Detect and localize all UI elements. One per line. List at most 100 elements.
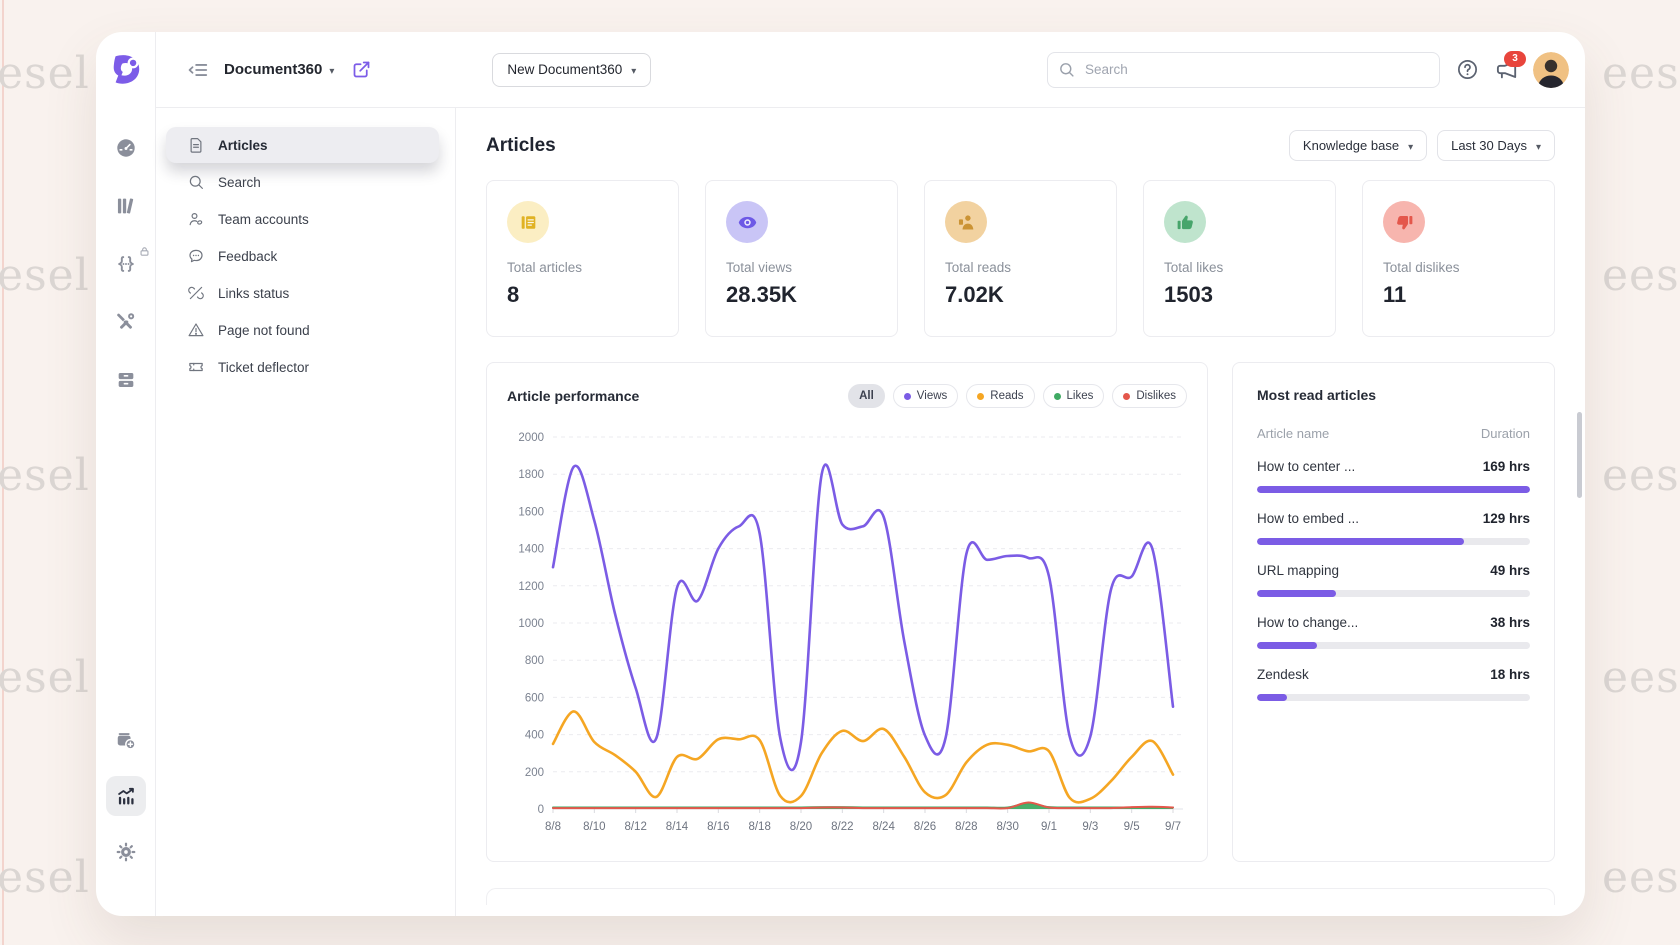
legend-pill-dislikes[interactable]: Dislikes bbox=[1112, 384, 1187, 408]
article-row[interactable]: Zendesk18 hrs bbox=[1257, 667, 1530, 701]
duration-bar-fill bbox=[1257, 486, 1530, 493]
stat-card-total-views: Total views28.35K bbox=[705, 180, 898, 337]
rail-item-settings-gear[interactable] bbox=[106, 832, 146, 872]
document360-logo-icon bbox=[109, 53, 143, 87]
workspace-switcher[interactable]: Document360 bbox=[224, 61, 334, 79]
rail-item-widget-add[interactable] bbox=[106, 720, 146, 760]
x-axis-tick: 8/28 bbox=[955, 821, 977, 833]
performance-line-chart: 02004006008001000120014001600180020008/8… bbox=[507, 417, 1189, 845]
sidebar-item-articles[interactable]: Articles bbox=[166, 127, 439, 163]
y-axis-tick: 1200 bbox=[518, 581, 544, 593]
watermark-text: eesel bbox=[1602, 852, 1680, 903]
x-axis-tick: 8/30 bbox=[996, 821, 1018, 833]
series-line-views bbox=[553, 465, 1173, 770]
y-axis-tick: 200 bbox=[525, 767, 544, 779]
y-axis-tick: 1400 bbox=[518, 544, 544, 556]
stat-card-total-reads: Total reads7.02K bbox=[924, 180, 1117, 337]
duration-bar-fill bbox=[1257, 590, 1336, 597]
stat-card-total-articles: Total articles8 bbox=[486, 180, 679, 337]
legend-label: All bbox=[859, 390, 874, 402]
global-search[interactable] bbox=[1047, 52, 1440, 88]
watermark-text: eesel bbox=[0, 48, 90, 99]
x-axis-tick: 9/1 bbox=[1041, 821, 1057, 833]
sidebar-item-links-status[interactable]: Links status bbox=[166, 275, 439, 311]
sidebar-item-team-accounts[interactable]: Team accounts bbox=[166, 201, 439, 237]
legend-pill-reads[interactable]: Reads bbox=[966, 384, 1034, 408]
legend-pill-views[interactable]: Views bbox=[893, 384, 958, 408]
document360-logo[interactable] bbox=[96, 32, 156, 108]
stat-label: Total reads bbox=[945, 260, 1096, 275]
rail-item-library[interactable] bbox=[106, 186, 146, 226]
stat-label: Total articles bbox=[507, 260, 658, 275]
stats-row: Total articles8Total views28.35KTotal re… bbox=[486, 180, 1555, 337]
article-icon bbox=[187, 136, 205, 154]
legend-pill-all[interactable]: All bbox=[848, 384, 885, 408]
x-axis-tick: 8/12 bbox=[624, 821, 646, 833]
rail-item-tools[interactable] bbox=[106, 302, 146, 342]
search-icon bbox=[187, 173, 205, 191]
team-accounts-icon bbox=[187, 210, 205, 228]
chevron-down-icon bbox=[329, 61, 334, 79]
rail-item-analytics[interactable] bbox=[106, 776, 146, 816]
article-duration: 169 hrs bbox=[1483, 459, 1530, 474]
legend-dot bbox=[1054, 393, 1061, 400]
sidebar-item-search[interactable]: Search bbox=[166, 164, 439, 200]
stat-value: 11 bbox=[1383, 282, 1534, 308]
open-site-button[interactable] bbox=[350, 59, 372, 81]
stat-label: Total views bbox=[726, 260, 877, 275]
user-avatar[interactable] bbox=[1533, 52, 1569, 88]
next-section-card-top bbox=[486, 888, 1555, 905]
sidebar-item-page-not-found[interactable]: Page not found bbox=[166, 312, 439, 348]
most-read-rows: How to center ...169 hrs How to embed ...… bbox=[1257, 459, 1530, 701]
notification-badge: 3 bbox=[1504, 51, 1526, 67]
new-document360-button[interactable]: New Document360 bbox=[492, 53, 651, 87]
legend-dot bbox=[1123, 393, 1130, 400]
watermark-text: eesel bbox=[0, 250, 90, 301]
article-row[interactable]: URL mapping49 hrs bbox=[1257, 563, 1530, 597]
watermark-text: eesel bbox=[0, 852, 90, 903]
stat-value: 1503 bbox=[1164, 282, 1315, 308]
legend-label: Dislikes bbox=[1136, 390, 1176, 402]
sidebar-item-feedback[interactable]: Feedback bbox=[166, 238, 439, 274]
chevron-down-icon bbox=[631, 62, 636, 77]
reads-stat-icon bbox=[945, 201, 987, 243]
sidebar-item-label: Team accounts bbox=[218, 212, 309, 227]
x-axis-tick: 8/14 bbox=[666, 821, 689, 833]
article-row[interactable]: How to embed ...129 hrs bbox=[1257, 511, 1530, 545]
sidebar-item-label: Articles bbox=[218, 138, 268, 153]
help-button[interactable] bbox=[1456, 58, 1479, 81]
duration-bar-track bbox=[1257, 538, 1530, 545]
rail-item-drawer[interactable] bbox=[106, 360, 146, 400]
workspace-name: Document360 bbox=[224, 61, 322, 78]
column-duration: Duration bbox=[1481, 426, 1530, 441]
notifications-button[interactable]: 3 bbox=[1493, 57, 1519, 83]
watermark-text: eesel bbox=[1602, 652, 1680, 703]
main-content: Articles Knowledge base Last 30 Days Tot… bbox=[456, 108, 1585, 916]
search-icon bbox=[1058, 61, 1075, 78]
article-duration: 38 hrs bbox=[1490, 615, 1530, 630]
x-axis-tick: 9/5 bbox=[1124, 821, 1140, 833]
x-axis-tick: 8/20 bbox=[790, 821, 812, 833]
article-row[interactable]: How to change...38 hrs bbox=[1257, 615, 1530, 649]
rail-item-code-api[interactable] bbox=[106, 244, 146, 284]
rail-item-dashboard-gauge[interactable] bbox=[106, 128, 146, 168]
x-axis-tick: 8/18 bbox=[748, 821, 770, 833]
global-search-input[interactable] bbox=[1083, 61, 1429, 78]
scrollbar-thumb[interactable] bbox=[1577, 412, 1582, 498]
y-axis-tick: 1600 bbox=[518, 506, 544, 518]
legend-dot bbox=[904, 393, 911, 400]
legend-pill-likes[interactable]: Likes bbox=[1043, 384, 1105, 408]
knowledge-base-filter[interactable]: Knowledge base bbox=[1289, 130, 1427, 161]
article-row[interactable]: How to center ...169 hrs bbox=[1257, 459, 1530, 493]
date-range-filter[interactable]: Last 30 Days bbox=[1437, 130, 1555, 161]
chevron-down-icon bbox=[1408, 138, 1413, 153]
sidebar-item-ticket-deflector[interactable]: Ticket deflector bbox=[166, 349, 439, 385]
x-axis-tick: 9/7 bbox=[1165, 821, 1181, 833]
sidebar-item-label: Links status bbox=[218, 286, 289, 301]
sidebar-collapse-button[interactable] bbox=[186, 58, 210, 82]
chart-legend: All Views Reads Likes Dislikes bbox=[848, 384, 1187, 408]
y-axis-tick: 600 bbox=[525, 692, 544, 704]
duration-bar-track bbox=[1257, 486, 1530, 493]
watermark-text: eesel bbox=[1602, 48, 1680, 99]
collapse-sidebar-icon bbox=[187, 59, 209, 81]
